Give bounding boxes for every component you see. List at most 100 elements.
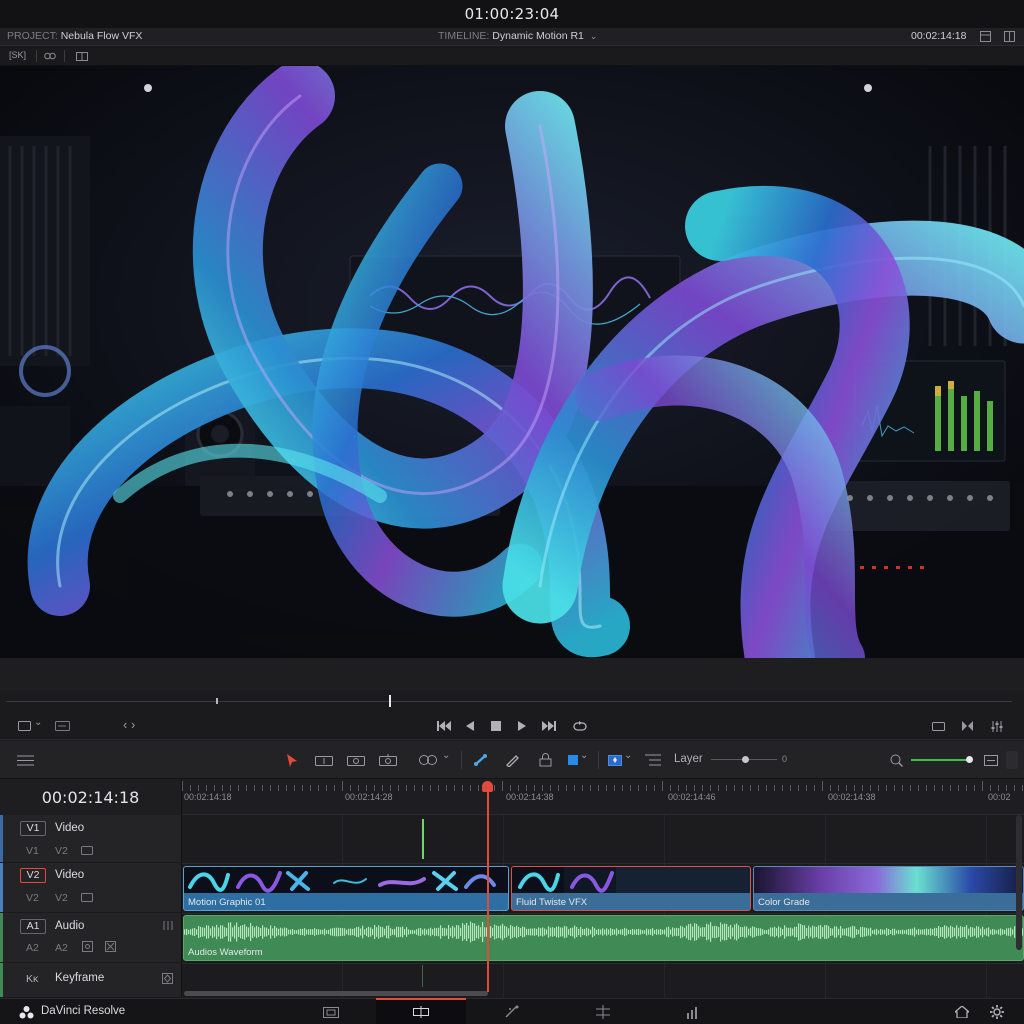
flag-color-icon[interactable] xyxy=(566,752,580,768)
playhead-handle[interactable] xyxy=(482,781,493,792)
play-icon[interactable] xyxy=(515,718,529,734)
trim-tool-icon[interactable] xyxy=(314,752,334,768)
fusion-page-icon[interactable] xyxy=(502,1004,522,1020)
scrub-track[interactable] xyxy=(6,701,1012,702)
link-icon[interactable] xyxy=(42,49,58,63)
track-color-stripe xyxy=(0,863,3,912)
clip-color-grade[interactable]: Color Grade xyxy=(753,866,1024,911)
jump-to-end-icon[interactable] xyxy=(540,718,558,734)
nav-prev-next-icon[interactable]: ‹ › xyxy=(123,717,135,732)
lock-icon[interactable] xyxy=(536,752,554,768)
chevron-down-icon: ⌄ xyxy=(589,31,598,41)
pencil-icon[interactable] xyxy=(503,752,521,768)
video-viewer[interactable] xyxy=(0,66,1024,658)
timeline-timecode-panel: 00:02:14:18 xyxy=(0,779,182,815)
chevron-down-icon[interactable]: ⌄ xyxy=(624,750,632,761)
chevron-down-icon[interactable]: ⌄ xyxy=(442,750,450,761)
layer-slider-thumb[interactable] xyxy=(742,756,749,763)
zoom-fit-icon[interactable] xyxy=(982,752,1000,768)
track-header-v1[interactable]: V1 Video V1 V2 xyxy=(0,815,182,863)
selection-tool-icon[interactable] xyxy=(285,752,299,768)
chevron-down-icon[interactable]: ⌄ xyxy=(580,750,588,761)
track-sub-name: V2 xyxy=(55,892,68,904)
timeline-tracks[interactable]: Motion Graphic 01 Fluid Twiste VFX Color… xyxy=(182,815,1024,998)
audio-mixer-icon[interactable] xyxy=(989,719,1005,733)
toolbar-scroll[interactable] xyxy=(1006,751,1018,769)
edit-toolbar: ⌄ ⌄ ⌄ Layer 0 xyxy=(0,741,1024,779)
track-sub-tag: A2 xyxy=(26,942,39,954)
track-monitor-icon[interactable] xyxy=(80,844,94,856)
track-mute-icon[interactable] xyxy=(103,940,117,952)
scrub-playhead[interactable] xyxy=(389,695,391,707)
clip-fluid-twist[interactable]: Fluid Twiste VFX xyxy=(511,866,751,911)
track-color-stripe xyxy=(0,913,3,962)
track-sub-name: V2 xyxy=(55,845,68,857)
clip-audio-waveform[interactable]: Audios Waveform xyxy=(183,915,1024,961)
ruler-label: 00:02:14:18 xyxy=(184,792,232,802)
track-header-a1[interactable]: A1 Audio A2 A2 xyxy=(0,913,182,963)
project-title: PROJECT: Nebula Flow VFX xyxy=(7,30,143,42)
track-header-keyframe[interactable]: Kĸ Keyframe xyxy=(0,963,182,998)
clip-label: Color Grade xyxy=(758,897,810,908)
jump-to-start-icon[interactable] xyxy=(435,718,453,734)
play-reverse-icon[interactable] xyxy=(463,718,477,734)
fairlight-page-icon[interactable] xyxy=(683,1004,703,1020)
track-name: Keyframe xyxy=(55,972,105,984)
track-tag[interactable]: V2 xyxy=(20,868,46,883)
home-icon[interactable] xyxy=(953,1004,971,1020)
match-frame-icon[interactable] xyxy=(959,719,975,733)
toolbar-divider xyxy=(598,751,599,769)
dynamic-trim-icon[interactable] xyxy=(346,752,366,768)
clip-label: Fluid Twiste VFX xyxy=(516,897,588,908)
track-tag[interactable]: A1 xyxy=(20,919,46,934)
zoom-icon[interactable] xyxy=(887,752,905,768)
clip-motion-graphic[interactable]: Motion Graphic 01 xyxy=(183,866,509,911)
track-mixer-icon[interactable] xyxy=(160,919,174,931)
track-settings-icon[interactable] xyxy=(80,940,94,952)
viewer-toolbar: [SK] xyxy=(0,46,1024,66)
timeline-options-icon[interactable] xyxy=(15,753,35,767)
ruler-label: 00:02:14:28 xyxy=(345,792,393,802)
viewer-scrubber[interactable] xyxy=(0,690,1024,712)
blade-tool-icon[interactable] xyxy=(378,752,398,768)
layer-label: Layer xyxy=(674,753,703,765)
source-badge[interactable]: [SK] xyxy=(9,50,26,60)
marker-icon[interactable] xyxy=(606,752,624,768)
snapping-icon[interactable] xyxy=(471,752,489,768)
zoom-slider-track[interactable] xyxy=(911,759,971,761)
track-headers: V1 Video V1 V2 V2 Video V2 V2 A1 Audio A… xyxy=(0,815,182,998)
gear-icon[interactable] xyxy=(988,1004,1006,1020)
timeline-ruler[interactable]: 00:02:14:18 00:02:14:28 00:02:14:38 00:0… xyxy=(182,779,1024,815)
viewer-size-icon[interactable] xyxy=(930,719,946,733)
timeline-selector[interactable]: TIMELINE: Dynamic Motion R1 ⌄ xyxy=(438,30,597,42)
edit-page-icon xyxy=(412,1004,430,1020)
stop-icon[interactable] xyxy=(489,718,503,734)
viewer-mode-icon[interactable] xyxy=(16,719,32,733)
resolve-logo-icon xyxy=(18,1004,34,1020)
in-point-marker xyxy=(216,698,218,704)
track-monitor-icon[interactable] xyxy=(80,891,94,903)
ruler-label: 00:02:14:38 xyxy=(506,792,554,802)
clip-info-icon[interactable] xyxy=(53,719,71,733)
linked-selection-icon[interactable] xyxy=(416,752,440,768)
horizontal-scrollbar[interactable] xyxy=(184,991,488,996)
loop-icon[interactable] xyxy=(571,718,589,734)
position-lock-icon[interactable] xyxy=(643,752,663,768)
split-view-icon[interactable] xyxy=(74,49,90,63)
track-header-v2[interactable]: V2 Video V2 V2 xyxy=(0,863,182,913)
media-page-icon[interactable] xyxy=(322,1005,340,1019)
chevron-down-icon[interactable]: ⌄ xyxy=(34,717,42,728)
ruler-label: 00:02:14:46 xyxy=(668,792,716,802)
fullscreen-icon[interactable] xyxy=(1002,29,1016,43)
edit-page-tab[interactable] xyxy=(376,998,466,1024)
keyframe-icon[interactable] xyxy=(160,972,174,984)
vertical-scrollbar[interactable] xyxy=(1016,815,1022,950)
color-page-icon[interactable] xyxy=(593,1004,613,1020)
playhead-line[interactable] xyxy=(487,787,489,992)
track-tag[interactable]: V1 xyxy=(20,821,46,836)
viewer-layout-icon[interactable] xyxy=(978,29,992,43)
viewer-frame-image xyxy=(0,66,1024,658)
track-color-stripe xyxy=(0,963,3,997)
clip-gradient-preview xyxy=(754,867,1023,893)
zoom-slider-thumb[interactable] xyxy=(966,756,973,763)
